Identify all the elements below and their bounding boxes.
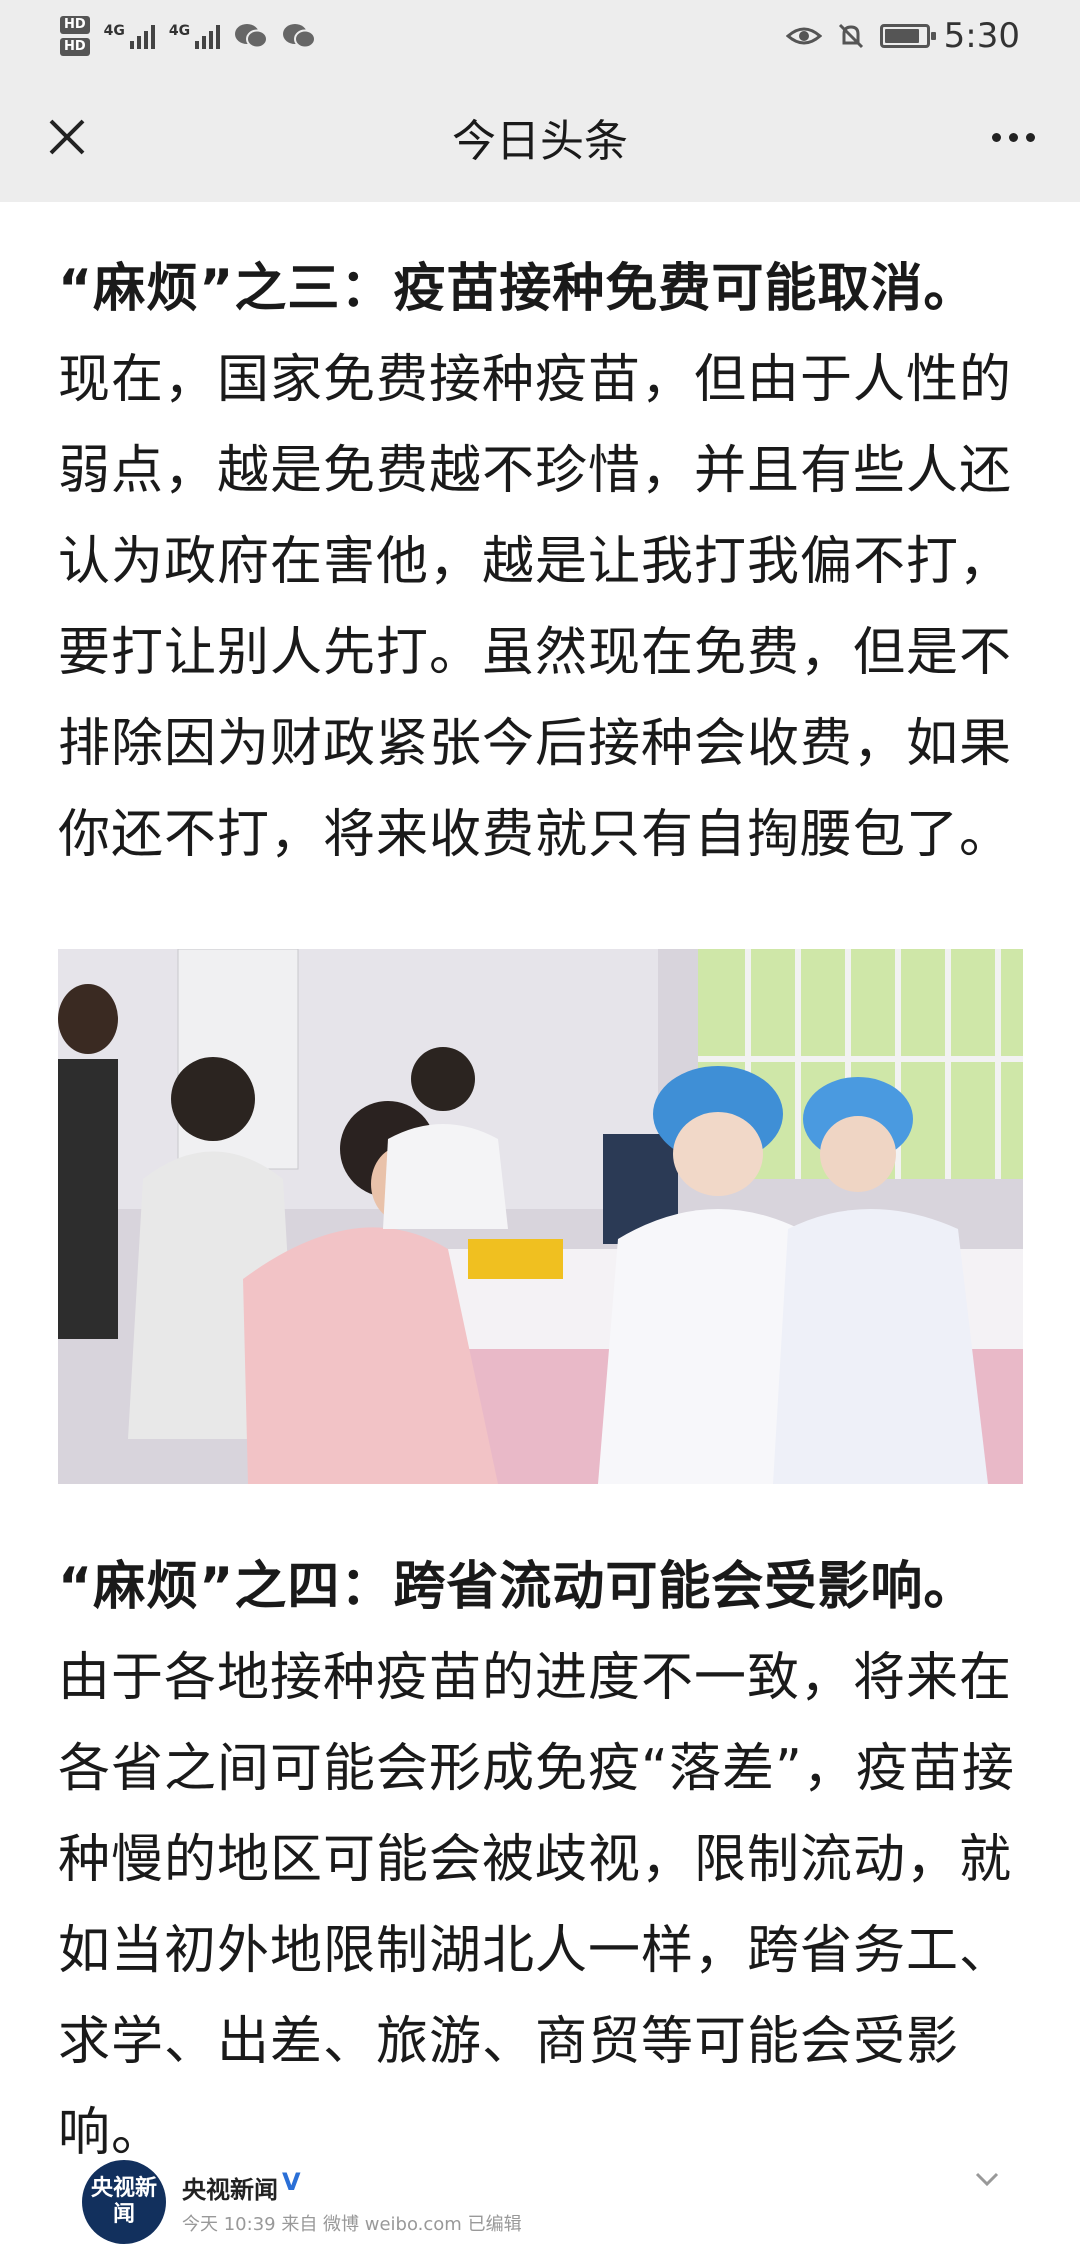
article-body: “麻烦”之三：疫苗接种免费可能取消。现在，国家免费接种疫苗，但由于人性的弱点，越… (58, 202, 1023, 2179)
status-right: 5:30 (785, 16, 1020, 56)
signal-icon-1: 4G (104, 23, 155, 49)
status-bar: HD HD 4G 4G 5:30 (0, 0, 1080, 72)
weibo-account-name[interactable]: 央视新闻 (182, 2170, 278, 2205)
paragraph-3-body: 现在，国家免费接种疫苗，但由于人性的弱点，越是免费越不珍惜，并且有些人还认为政府… (58, 350, 1013, 865)
paragraph-4-heading: “麻烦”之四：跨省流动可能会受影响。 (58, 1557, 977, 1617)
more-icon (991, 132, 1001, 142)
status-left: HD HD 4G 4G (60, 16, 317, 56)
more-button[interactable] (978, 102, 1048, 172)
clock: 5:30 (943, 16, 1020, 56)
paragraph-3: “麻烦”之三：疫苗接种免费可能取消。现在，国家免费接种疫苗，但由于人性的弱点，越… (58, 244, 1023, 881)
weibo-post-meta: 今天 10:39 来自 微博 weibo.com 已编辑 (182, 2214, 522, 2235)
chevron-down-icon[interactable] (972, 2164, 1002, 2194)
nav-bar: 今日头条 (0, 72, 1080, 202)
verified-badge-icon: V (282, 2168, 301, 2196)
hd-badge-2: HD (60, 38, 90, 56)
paragraph-4: “麻烦”之四：跨省流动可能会受影响。由于各地接种疫苗的进度不一致，将来在各省之间… (58, 1542, 1023, 2179)
avatar[interactable]: 央视新闻 (82, 2160, 166, 2244)
vaccination-scene-image (58, 949, 1023, 1484)
weibo-embed-card[interactable]: 央视新闻 央视新闻 V 今天 10:39 来自 微博 weibo.com 已编辑 (82, 2160, 1022, 2244)
wechat-icon-2 (283, 24, 317, 49)
mute-bell-icon (838, 23, 863, 49)
hd-badge-1: HD (60, 16, 90, 34)
article-photo[interactable] (58, 949, 1023, 1484)
hd-indicators: HD HD (60, 16, 90, 56)
eye-icon (785, 27, 822, 45)
signal-icon-2: 4G (169, 23, 221, 49)
battery-icon (879, 24, 936, 48)
close-button[interactable] (32, 102, 102, 172)
paragraph-4-body: 由于各地接种疫苗的进度不一致，将来在各省之间可能会形成免疫“落差”，疫苗接种慢的… (58, 1648, 1015, 2163)
paragraph-3-heading: “麻烦”之三：疫苗接种免费可能取消。 (58, 259, 977, 319)
close-icon (49, 119, 85, 155)
page-title: 今日头条 (452, 116, 628, 167)
wechat-icon (235, 24, 269, 49)
